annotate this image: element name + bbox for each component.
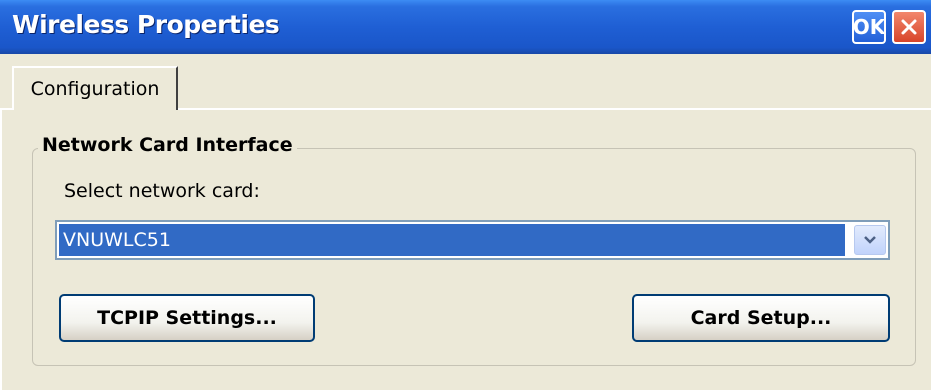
card-setup-button[interactable]: Card Setup... <box>632 294 890 342</box>
tab-page-border <box>0 108 2 390</box>
network-card-select-value: VNUWLC51 <box>59 224 845 256</box>
close-button[interactable] <box>892 10 926 44</box>
select-network-card-label: Select network card: <box>64 180 260 202</box>
window-title: Wireless Properties <box>12 10 280 39</box>
title-bar[interactable]: Wireless Properties OK <box>0 0 931 54</box>
close-icon <box>901 19 917 35</box>
tab-strip-edge-right <box>178 108 931 110</box>
groupbox-title: Network Card Interface <box>38 134 297 156</box>
tab-configuration[interactable]: Configuration <box>12 66 178 110</box>
chevron-down-icon <box>864 236 876 244</box>
ok-button[interactable]: OK <box>852 10 886 44</box>
wireless-properties-window: Wireless Properties OK Configuration Net… <box>0 0 931 390</box>
tcpip-settings-button[interactable]: TCPIP Settings... <box>59 294 315 342</box>
dropdown-button[interactable] <box>854 225 886 255</box>
network-card-select[interactable]: VNUWLC51 <box>55 220 890 260</box>
